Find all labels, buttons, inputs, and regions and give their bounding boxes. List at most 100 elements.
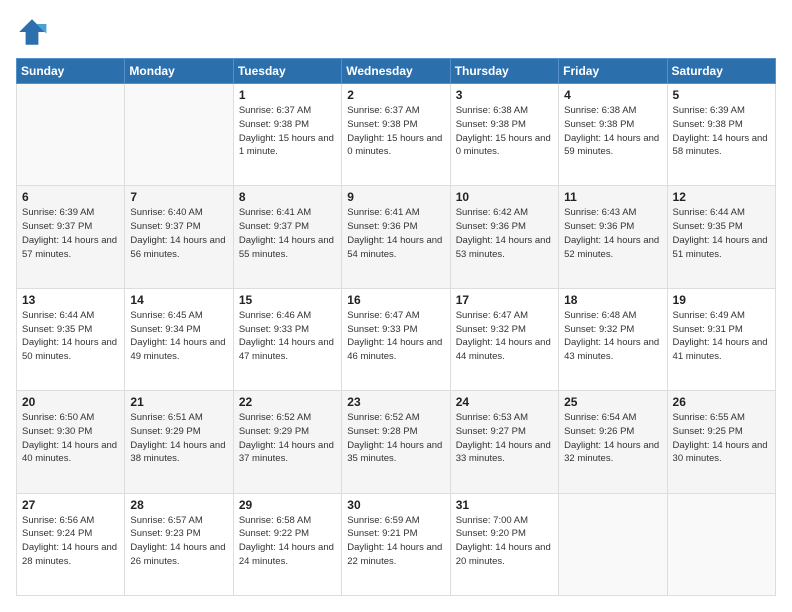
week-row-2: 6 Sunrise: 6:39 AMSunset: 9:37 PMDaylight… [17,186,776,288]
day-number: 4 [564,88,661,102]
day-cell: 12 Sunrise: 6:44 AMSunset: 9:35 PMDayligh… [667,186,775,288]
day-cell: 13 Sunrise: 6:44 AMSunset: 9:35 PMDayligh… [17,288,125,390]
day-number: 20 [22,395,119,409]
day-cell: 27Sunrise: 6:56 AMSunset: 9:24 PMDayligh… [17,493,125,595]
weekday-header-friday: Friday [559,59,667,84]
day-info: Sunrise: 6:40 AMSunset: 9:37 PMDaylight:… [130,206,227,261]
weekday-header-saturday: Saturday [667,59,775,84]
day-info: Sunrise: 6:49 AMSunset: 9:31 PMDaylight:… [673,309,770,364]
week-row-1: 1 Sunrise: 6:37 AMSunset: 9:38 PMDaylight… [17,84,776,186]
logo-icon [16,16,48,48]
day-info: Sunrise: 6:59 AMSunset: 9:21 PMDaylight:… [347,514,444,569]
day-cell: 14 Sunrise: 6:45 AMSunset: 9:34 PMDayligh… [125,288,233,390]
day-cell: 7 Sunrise: 6:40 AMSunset: 9:37 PMDaylight… [125,186,233,288]
weekday-header-sunday: Sunday [17,59,125,84]
day-info: Sunrise: 6:51 AMSunset: 9:29 PMDaylight:… [130,411,227,466]
day-cell: 15 Sunrise: 6:46 AMSunset: 9:33 PMDayligh… [233,288,341,390]
day-number: 13 [22,293,119,307]
day-number: 9 [347,190,444,204]
day-number: 10 [456,190,553,204]
day-info: Sunrise: 6:39 AMSunset: 9:37 PMDaylight:… [22,206,119,261]
weekday-header-wednesday: Wednesday [342,59,450,84]
day-cell: 26 Sunrise: 6:55 AMSunset: 9:25 PMDayligh… [667,391,775,493]
day-number: 12 [673,190,770,204]
day-cell: 24 Sunrise: 6:53 AMSunset: 9:27 PMDayligh… [450,391,558,493]
weekday-header-thursday: Thursday [450,59,558,84]
day-number: 8 [239,190,336,204]
day-info: Sunrise: 6:58 AMSunset: 9:22 PMDaylight:… [239,514,336,569]
day-cell: 1 Sunrise: 6:37 AMSunset: 9:38 PMDaylight… [233,84,341,186]
day-number: 14 [130,293,227,307]
day-info: Sunrise: 6:56 AMSunset: 9:24 PMDaylight:… [22,514,119,569]
day-number: 29 [239,498,336,512]
day-cell: 21Sunrise: 6:51 AMSunset: 9:29 PMDayligh… [125,391,233,493]
day-info: Sunrise: 6:42 AMSunset: 9:36 PMDaylight:… [456,206,553,261]
day-info: Sunrise: 6:41 AMSunset: 9:36 PMDaylight:… [347,206,444,261]
day-number: 22 [239,395,336,409]
day-number: 3 [456,88,553,102]
day-cell: 20 Sunrise: 6:50 AMSunset: 9:30 PMDayligh… [17,391,125,493]
day-info: Sunrise: 6:41 AMSunset: 9:37 PMDaylight:… [239,206,336,261]
day-cell: 8 Sunrise: 6:41 AMSunset: 9:37 PMDaylight… [233,186,341,288]
header [16,16,776,48]
logo [16,16,50,48]
day-info: Sunrise: 6:45 AMSunset: 9:34 PMDaylight:… [130,309,227,364]
week-row-4: 20 Sunrise: 6:50 AMSunset: 9:30 PMDayligh… [17,391,776,493]
day-info: Sunrise: 6:55 AMSunset: 9:25 PMDaylight:… [673,411,770,466]
day-info: Sunrise: 6:48 AMSunset: 9:32 PMDaylight:… [564,309,661,364]
weekday-header-tuesday: Tuesday [233,59,341,84]
day-number: 11 [564,190,661,204]
day-info: Sunrise: 6:47 AMSunset: 9:33 PMDaylight:… [347,309,444,364]
week-row-5: 27Sunrise: 6:56 AMSunset: 9:24 PMDayligh… [17,493,776,595]
day-number: 25 [564,395,661,409]
day-cell: 29 Sunrise: 6:58 AMSunset: 9:22 PMDayligh… [233,493,341,595]
day-number: 16 [347,293,444,307]
day-info: Sunrise: 6:44 AMSunset: 9:35 PMDaylight:… [22,309,119,364]
day-cell: 23 Sunrise: 6:52 AMSunset: 9:28 PMDayligh… [342,391,450,493]
day-cell: 16 Sunrise: 6:47 AMSunset: 9:33 PMDayligh… [342,288,450,390]
day-number: 28 [130,498,227,512]
day-info: Sunrise: 6:38 AMSunset: 9:38 PMDaylight:… [456,104,553,159]
day-info: Sunrise: 6:44 AMSunset: 9:35 PMDaylight:… [673,206,770,261]
day-cell: 17 Sunrise: 6:47 AMSunset: 9:32 PMDayligh… [450,288,558,390]
weekday-header-monday: Monday [125,59,233,84]
day-number: 7 [130,190,227,204]
day-info: Sunrise: 6:50 AMSunset: 9:30 PMDaylight:… [22,411,119,466]
day-info: Sunrise: 6:47 AMSunset: 9:32 PMDaylight:… [456,309,553,364]
day-number: 19 [673,293,770,307]
day-number: 23 [347,395,444,409]
day-info: Sunrise: 6:37 AMSunset: 9:38 PMDaylight:… [239,104,336,159]
week-row-3: 13 Sunrise: 6:44 AMSunset: 9:35 PMDayligh… [17,288,776,390]
day-number: 24 [456,395,553,409]
day-number: 6 [22,190,119,204]
day-cell [17,84,125,186]
day-info: Sunrise: 6:39 AMSunset: 9:38 PMDaylight:… [673,104,770,159]
weekday-header-row: SundayMondayTuesdayWednesdayThursdayFrid… [17,59,776,84]
day-cell: 11 Sunrise: 6:43 AMSunset: 9:36 PMDayligh… [559,186,667,288]
calendar-table: SundayMondayTuesdayWednesdayThursdayFrid… [16,58,776,596]
day-number: 2 [347,88,444,102]
day-info: Sunrise: 6:43 AMSunset: 9:36 PMDaylight:… [564,206,661,261]
day-cell: 10 Sunrise: 6:42 AMSunset: 9:36 PMDayligh… [450,186,558,288]
day-number: 26 [673,395,770,409]
day-cell: 30Sunrise: 6:59 AMSunset: 9:21 PMDayligh… [342,493,450,595]
day-cell: 18 Sunrise: 6:48 AMSunset: 9:32 PMDayligh… [559,288,667,390]
day-number: 5 [673,88,770,102]
day-cell: 22Sunrise: 6:52 AMSunset: 9:29 PMDayligh… [233,391,341,493]
day-cell: 25Sunrise: 6:54 AMSunset: 9:26 PMDayligh… [559,391,667,493]
day-info: Sunrise: 6:52 AMSunset: 9:28 PMDaylight:… [347,411,444,466]
day-number: 1 [239,88,336,102]
day-info: Sunrise: 6:53 AMSunset: 9:27 PMDaylight:… [456,411,553,466]
day-cell: 2Sunrise: 6:37 AMSunset: 9:38 PMDaylight… [342,84,450,186]
day-cell: 5 Sunrise: 6:39 AMSunset: 9:38 PMDaylight… [667,84,775,186]
day-cell: 6 Sunrise: 6:39 AMSunset: 9:37 PMDaylight… [17,186,125,288]
day-info: Sunrise: 6:46 AMSunset: 9:33 PMDaylight:… [239,309,336,364]
day-info: Sunrise: 7:00 AMSunset: 9:20 PMDaylight:… [456,514,553,569]
day-number: 17 [456,293,553,307]
day-cell: 3 Sunrise: 6:38 AMSunset: 9:38 PMDaylight… [450,84,558,186]
day-number: 18 [564,293,661,307]
day-cell: 9 Sunrise: 6:41 AMSunset: 9:36 PMDaylight… [342,186,450,288]
day-number: 31 [456,498,553,512]
day-cell: 19 Sunrise: 6:49 AMSunset: 9:31 PMDayligh… [667,288,775,390]
day-number: 15 [239,293,336,307]
